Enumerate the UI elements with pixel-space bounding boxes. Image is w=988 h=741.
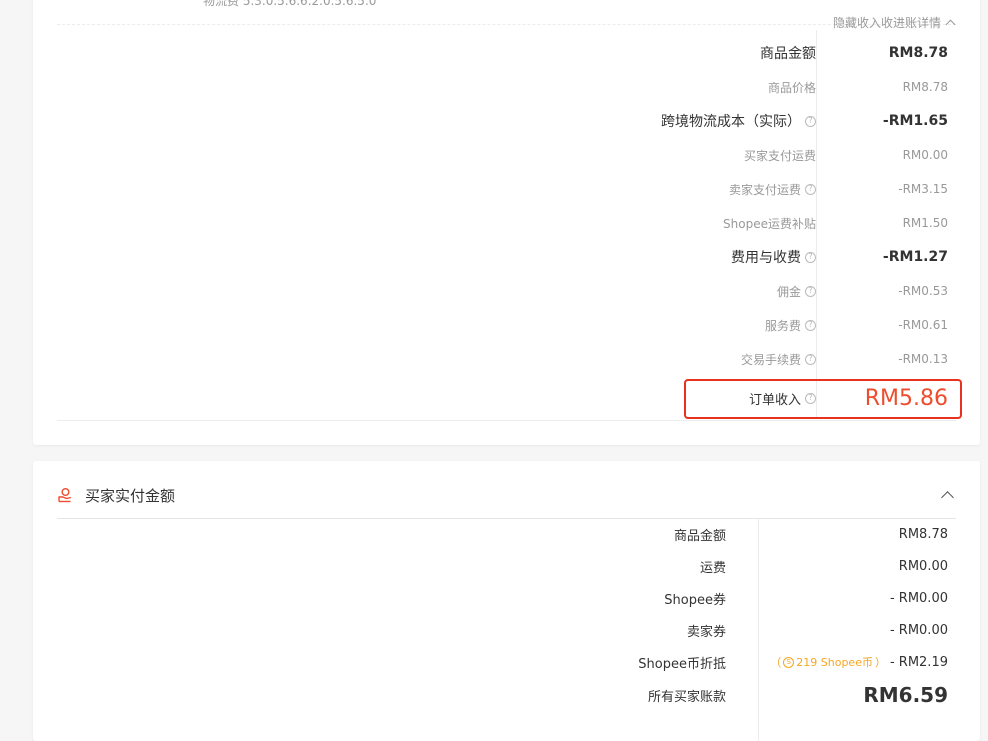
row-label: 所有买家账款 bbox=[647, 689, 726, 705]
row-label: 买家支付运费 bbox=[743, 148, 816, 163]
buyer-row-total: 所有买家账款 RM6.59 bbox=[33, 681, 980, 709]
buyer-row-coins-offset: Shopee币折抵 （ S 219 Shopee币 ） - RM2.19 bbox=[33, 650, 980, 674]
help-icon[interactable]: ? bbox=[805, 115, 816, 127]
row-label: 商品金额 bbox=[760, 46, 816, 62]
top-separator bbox=[57, 24, 956, 25]
help-icon[interactable]: ? bbox=[805, 251, 816, 263]
row-label: 费用与收费 bbox=[731, 250, 801, 266]
row-label: 服务费 bbox=[764, 318, 801, 333]
help-icon[interactable]: ? bbox=[805, 183, 816, 195]
row-value: -RM0.53 bbox=[898, 284, 948, 298]
cutoff-text: 物流费 5.3.0.5.6.6.2.0.5.6.5.0 bbox=[203, 0, 377, 8]
total-value: RM6.59 bbox=[863, 683, 948, 707]
row-value: RM8.78 bbox=[898, 526, 948, 542]
buyer-row-product-amount: 商品金额 RM8.78 bbox=[33, 522, 980, 546]
coins-text: 219 Shopee币 bbox=[796, 656, 873, 669]
row-fees-and-charges: 费用与收费 ? -RM1.27 bbox=[33, 245, 980, 269]
buyer-row-seller-voucher: 卖家券 - RM0.00 bbox=[33, 618, 980, 642]
row-seller-paid-shipping: 卖家支付运费 ? -RM3.15 bbox=[33, 177, 980, 201]
row-value: -RM3.15 bbox=[898, 182, 948, 196]
row-value: RM0.00 bbox=[902, 148, 948, 162]
row-value: -RM1.27 bbox=[882, 249, 948, 265]
row-value: RM8.78 bbox=[902, 80, 948, 94]
buyer-row-shopee-voucher: Shopee券 - RM0.00 bbox=[33, 586, 980, 610]
coins-bracket-close: ） bbox=[874, 656, 886, 669]
row-label: 商品价格 bbox=[767, 80, 816, 95]
row-shopee-shipping-subsidy: Shopee运费补贴 RM1.50 bbox=[33, 211, 980, 235]
row-label: 跨境物流成本（实际） bbox=[661, 114, 801, 130]
row-product-amount: 商品金额 RM8.78 bbox=[33, 41, 980, 65]
order-income-card: 物流费 5.3.0.5.6.6.2.0.5.6.5.0 隐藏收入收进账详情 商品… bbox=[33, 0, 980, 445]
row-label: Shopee运费补贴 bbox=[723, 216, 816, 231]
row-buyer-paid-shipping: 买家支付运费 RM0.00 bbox=[33, 143, 980, 167]
row-value: -RM1.65 bbox=[882, 113, 948, 129]
row-commission: 佣金 ? -RM0.53 bbox=[33, 279, 980, 303]
row-value: RM0.00 bbox=[898, 558, 948, 574]
row-value: RM1.50 bbox=[902, 216, 948, 230]
hand-coin-icon bbox=[58, 488, 72, 503]
row-value: -RM0.61 bbox=[898, 318, 948, 332]
row-service-fee: 服务费 ? -RM0.61 bbox=[33, 313, 980, 337]
row-value: -RM0.13 bbox=[898, 352, 948, 366]
help-icon[interactable]: ? bbox=[805, 285, 816, 297]
row-label: 交易手续费 bbox=[740, 352, 801, 367]
row-label: 商品金额 bbox=[673, 528, 726, 544]
row-label: 卖家券 bbox=[686, 624, 726, 640]
buyer-row-shipping: 运费 RM0.00 bbox=[33, 554, 980, 578]
row-label: 运费 bbox=[699, 560, 726, 576]
row-transaction-fee: 交易手续费 ? -RM0.13 bbox=[33, 347, 980, 371]
bottom-separator bbox=[57, 420, 956, 421]
toggle-label: 隐藏收入收进账详情 bbox=[832, 16, 941, 30]
row-value: - RM0.00 bbox=[889, 590, 948, 606]
chevron-up-icon[interactable] bbox=[941, 491, 954, 504]
help-icon[interactable]: ? bbox=[805, 319, 816, 331]
row-label: Shopee币折抵 bbox=[638, 656, 726, 672]
row-value: RM8.78 bbox=[888, 45, 948, 61]
row-value: - RM0.00 bbox=[889, 622, 948, 638]
coins-amount: （ S 219 Shopee币 ） bbox=[770, 654, 886, 670]
buyer-payment-card: 买家实付金额 商品金额 RM8.78 运费 RM0.00 Shopee券 - R… bbox=[33, 461, 980, 741]
coins-bracket-open: （ bbox=[770, 656, 782, 669]
title-separator bbox=[57, 518, 956, 519]
help-icon[interactable]: ? bbox=[805, 353, 816, 365]
row-label: Shopee券 bbox=[664, 592, 726, 608]
chevron-up-icon bbox=[945, 19, 956, 30]
row-label: 佣金 bbox=[776, 284, 801, 299]
row-product-price: 商品价格 RM8.78 bbox=[33, 75, 980, 99]
row-label: 卖家支付运费 bbox=[728, 182, 801, 197]
row-value: - RM2.19 bbox=[889, 654, 948, 670]
card-title: 买家实付金额 bbox=[57, 483, 175, 507]
buyer-section-title: 买家实付金额 bbox=[85, 486, 176, 505]
highlight-box bbox=[684, 379, 962, 419]
hide-income-details-toggle[interactable]: 隐藏收入收进账详情 bbox=[832, 14, 956, 31]
coin-icon: S bbox=[783, 656, 795, 668]
row-cross-border-shipping: 跨境物流成本（实际） ? -RM1.65 bbox=[33, 109, 980, 133]
